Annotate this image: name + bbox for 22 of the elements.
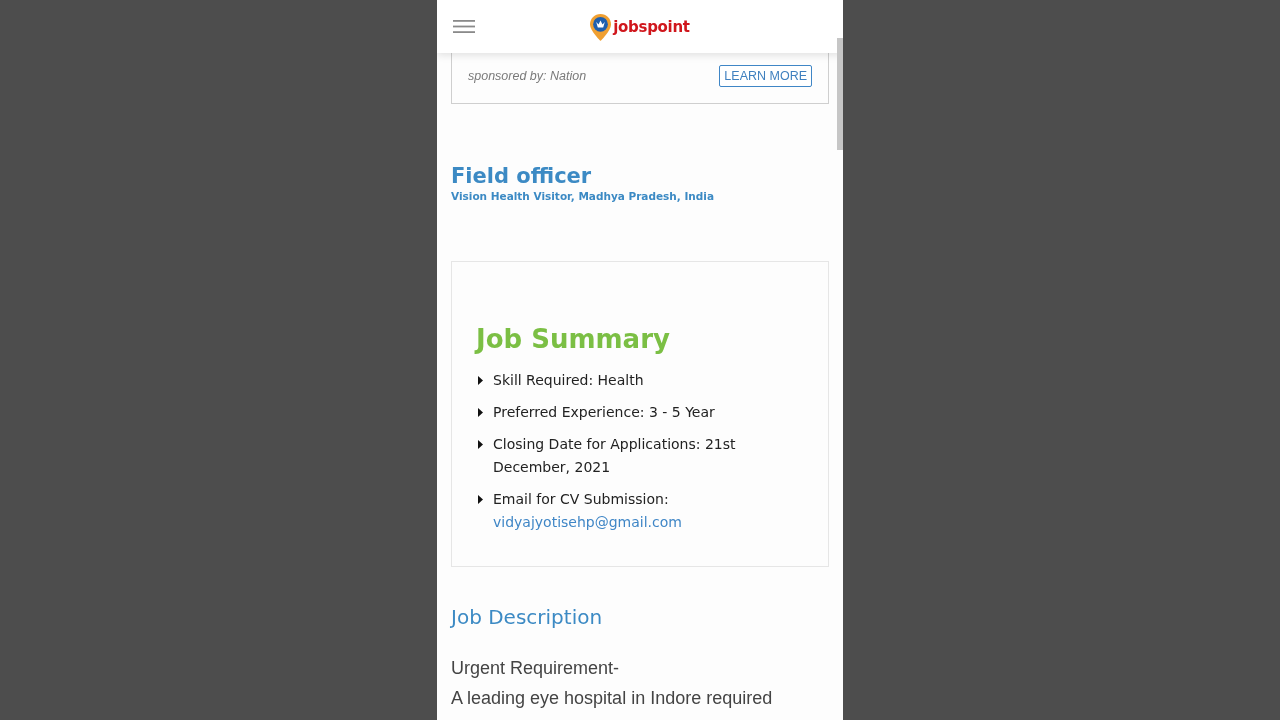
menu-icon [453,19,475,33]
summary-heading: Job Summary [476,323,671,356]
logo-text: jobspoint [613,18,690,36]
email-link[interactable]: vidyajyotisehp@gmail.com [493,511,682,534]
description-heading: Job Description [451,604,604,631]
bullet-triangle-icon [478,408,483,417]
summary-item-text: Email for CV Submission: vidyajyotisehp@gmail.com [493,488,808,534]
bullet-triangle-icon [478,440,483,449]
job-subtitle: Vision Health Visitor, Madhya Pradesh, India [451,189,716,204]
description-text: Urgent Requirement- [451,657,621,680]
description-text: A leading eye hospital in Indore required [451,687,774,710]
learn-more-button[interactable]: LEARN MORE [719,65,812,87]
sponsor-text: sponsored by: Nation [468,69,587,83]
summary-item-text: Skill Required: Health [493,371,644,390]
job-title: Field officer [451,163,593,189]
map-pin-logo-icon [590,13,612,41]
bullet-triangle-icon [478,376,483,385]
scrollbar-thumb[interactable] [837,38,843,150]
bullet-triangle-icon [478,495,483,504]
summary-item-text: Preferred Experience: 3 - 5 Year [493,403,715,422]
summary-item-text: Closing Date for Applications: 21st December, 2021 [493,435,737,477]
menu-button[interactable] [451,17,477,35]
